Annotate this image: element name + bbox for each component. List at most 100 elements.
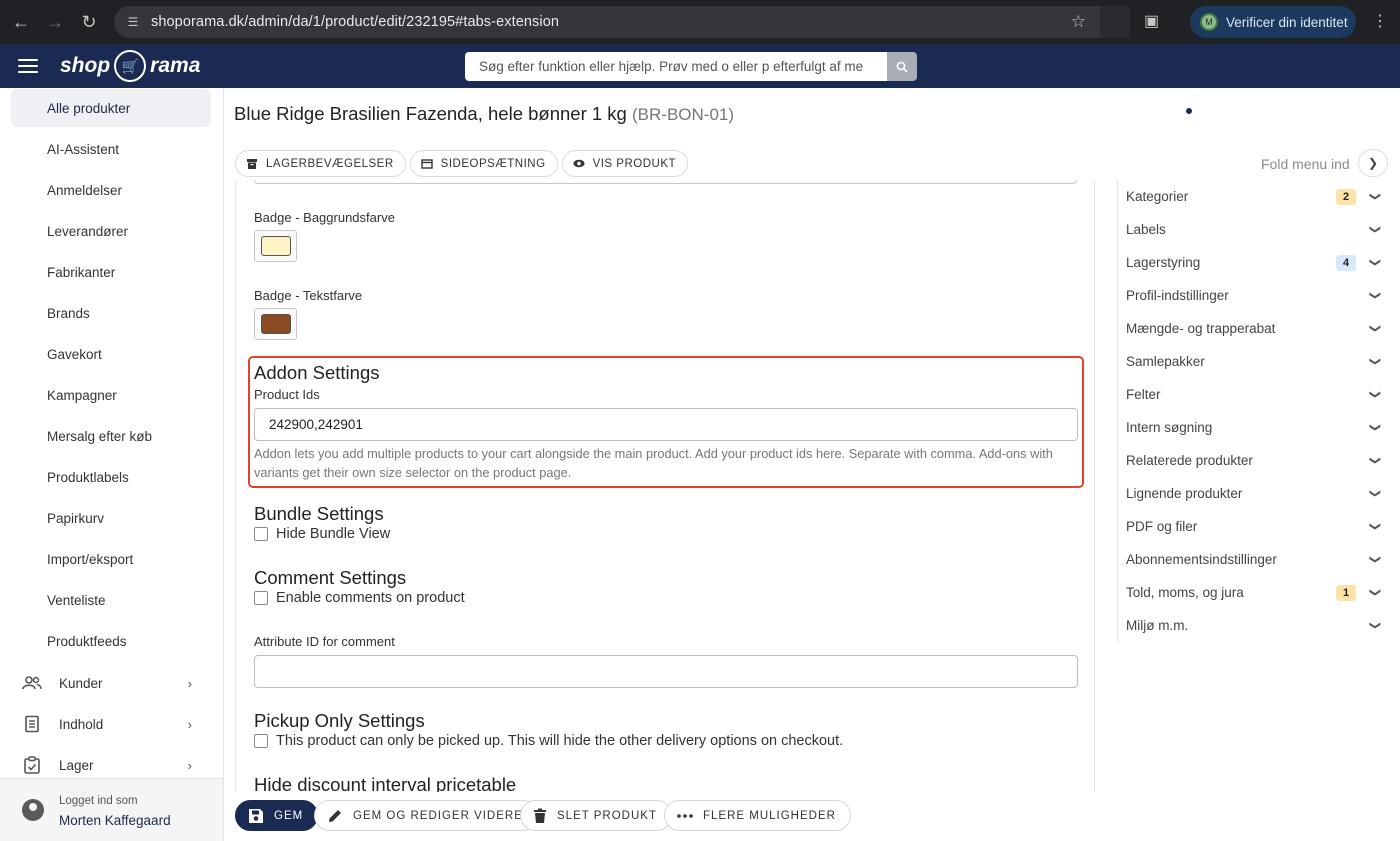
sidebar-item-produktlabels[interactable]: Produktlabels [11, 458, 211, 496]
chevron-down-icon: ❯ [1368, 224, 1381, 235]
save-and-continue-button[interactable]: GEM OG REDIGER VIDERE [314, 800, 538, 831]
nav-miljoe[interactable]: Miljø m.m. ❯ [1126, 609, 1384, 642]
site-settings-icon[interactable]: ☰ [124, 13, 142, 31]
save-button[interactable]: GEM [235, 800, 319, 831]
pickup-settings-title: Pickup Only Settings [254, 710, 425, 731]
profile-avatar: M [1200, 13, 1218, 31]
sidebar-item-import-eksport[interactable]: Import/eksport [11, 540, 211, 578]
clipboard-icon [22, 755, 42, 775]
delete-product-label: SLET PRODUKT [557, 809, 657, 822]
globe-icon[interactable] [1212, 100, 1234, 122]
enable-comments-checkbox[interactable] [254, 591, 268, 605]
nav-kategorier[interactable]: Kategorier 2 ❯ [1126, 180, 1384, 213]
sidebar-group-kunder[interactable]: Kunder › [22, 664, 202, 702]
sidebar-item-leverandorer[interactable]: Leverandører [11, 212, 211, 250]
nav-abonnementsindstillinger[interactable]: Abonnementsindstillinger ❯ [1126, 543, 1384, 576]
tab-label: VIS PRODUKT [592, 157, 677, 170]
enable-comments-label: Enable comments on product [276, 590, 465, 606]
nav-label: PDF og filer [1126, 519, 1198, 534]
reload-icon[interactable]: ↻ [76, 9, 102, 35]
hide-bundle-view-checkbox[interactable] [254, 527, 268, 541]
eye-icon[interactable] [1178, 100, 1200, 122]
product-ids-input[interactable] [254, 408, 1078, 441]
profile-button[interactable]: M Verificer din identitet [1190, 6, 1356, 38]
bell-icon[interactable] [1247, 100, 1269, 122]
extension-form: Badge - Baggrundsfarve Badge - Tekstfarv… [235, 180, 1095, 792]
sidebar-item-fabrikanter[interactable]: Fabrikanter [11, 253, 211, 291]
nav-told-moms-jura[interactable]: Told, moms, og jura 1 ❯ [1126, 576, 1384, 609]
nav-label: Profil-indstillinger [1126, 288, 1229, 303]
nav-label: Told, moms, og jura [1126, 585, 1244, 600]
chevron-down-icon: ❯ [1368, 554, 1381, 565]
chevron-down-icon: ❯ [1368, 191, 1381, 202]
extensions-icon[interactable]: ▣ [1144, 11, 1159, 31]
menu-icon[interactable] [18, 57, 38, 75]
addon-settings-title: Addon Settings [254, 362, 380, 383]
badge-bg-color-picker[interactable] [254, 230, 297, 262]
delete-product-button[interactable]: SLET PRODUKT [520, 800, 672, 831]
nav-maengde-trapperabat[interactable]: Mængde- og trapperabat ❯ [1126, 312, 1384, 345]
nav-lignende-produkter[interactable]: Lignende produkter ❯ [1126, 477, 1384, 510]
nav-profil-indstillinger[interactable]: Profil-indstillinger ❯ [1126, 279, 1384, 312]
chevron-right-icon: › [187, 757, 192, 773]
sidebar-item-gavekort[interactable]: Gavekort [11, 335, 211, 373]
sidebar-item-alle-produkter[interactable]: Alle produkter [11, 89, 211, 127]
sidebar: Alle produkter AI-Assistent Anmeldelser … [0, 88, 224, 841]
more-options-button[interactable]: FLERE MULIGHEDER [664, 800, 851, 831]
chevron-down-icon: ❯ [1368, 257, 1381, 268]
product-ids-label: Product Ids [254, 387, 320, 402]
user-icon[interactable] [1350, 100, 1372, 122]
section-nav-panel: Kategorier 2 ❯ Labels ❯ Lagerstyring 4 ❯… [1117, 180, 1400, 642]
shoporama-logo[interactable]: shop 🛒 rama [60, 50, 200, 82]
nav-felter[interactable]: Felter ❯ [1126, 378, 1384, 411]
pickup-only-checkbox[interactable] [254, 734, 268, 748]
sidebar-item-produktfeeds[interactable]: Produktfeeds [11, 622, 211, 660]
bookmark-star-icon[interactable]: ☆ [1071, 12, 1086, 32]
bundle-settings-title: Bundle Settings [254, 503, 384, 524]
tab-vis-produkt[interactable]: VIS PRODUKT [561, 150, 689, 177]
browser-menu-icon[interactable]: ⋮ [1372, 11, 1388, 31]
fold-menu-label[interactable]: Fold menu ind [1261, 156, 1350, 172]
pickup-only-row[interactable]: This product can only be picked up. This… [254, 733, 843, 749]
address-bar[interactable]: ☰ shoporama.dk/admin/da/1/product/edit/2… [114, 6, 1130, 38]
tab-sideopsaetning[interactable]: SIDEOPSÆTNING [409, 150, 558, 177]
search-input[interactable] [465, 52, 887, 81]
store-icon[interactable] [1316, 100, 1338, 122]
sidebar-group-label: Lager [59, 757, 94, 773]
dark-mode-icon[interactable] [1281, 100, 1303, 122]
back-icon[interactable]: ← [8, 9, 34, 35]
chevron-down-icon: ❯ [1368, 488, 1381, 499]
nav-label: Samlepakker [1126, 354, 1205, 369]
sidebar-item-papirkurv[interactable]: Papirkurv [11, 499, 211, 537]
chevron-down-icon: ❯ [1368, 587, 1381, 598]
badge-bg-label: Badge - Baggrundsfarve [254, 210, 395, 225]
sidebar-item-brands[interactable]: Brands [11, 294, 211, 332]
sidebar-group-indhold[interactable]: Indhold › [22, 705, 202, 743]
nav-label: Mængde- og trapperabat [1126, 321, 1276, 336]
count-badge: 1 [1336, 584, 1356, 601]
attribute-id-input[interactable] [254, 655, 1078, 688]
badge-text-color-picker[interactable] [254, 308, 297, 340]
nav-relaterede-produkter[interactable]: Relaterede produkter ❯ [1126, 444, 1384, 477]
nav-pdf-filer[interactable]: PDF og filer ❯ [1126, 510, 1384, 543]
hide-bundle-view-row[interactable]: Hide Bundle View [254, 526, 390, 542]
enable-comments-row[interactable]: Enable comments on product [254, 590, 465, 606]
attribute-id-label: Attribute ID for comment [254, 634, 395, 649]
sidebar-item-anmeldelser[interactable]: Anmeldelser [11, 171, 211, 209]
nav-lagerstyring[interactable]: Lagerstyring 4 ❯ [1126, 246, 1384, 279]
sidebar-item-ai-assistent[interactable]: AI-Assistent [11, 130, 211, 168]
sidebar-item-kampagner[interactable]: Kampagner [11, 376, 211, 414]
search-button[interactable] [887, 52, 917, 81]
previous-field[interactable] [254, 180, 1077, 184]
url-text[interactable]: shoporama.dk/admin/da/1/product/edit/232… [151, 14, 559, 30]
nav-labels[interactable]: Labels ❯ [1126, 213, 1384, 246]
sidebar-item-mersalg[interactable]: Mersalg efter køb [11, 417, 211, 455]
chevron-down-icon: ❯ [1368, 521, 1381, 532]
tab-label: LAGERBEVÆGELSER [266, 157, 394, 170]
fold-menu-button[interactable]: ❯ [1358, 149, 1388, 177]
sidebar-item-venteliste[interactable]: Venteliste [11, 581, 211, 619]
nav-intern-soegning[interactable]: Intern søgning ❯ [1126, 411, 1384, 444]
nav-samlepakker[interactable]: Samlepakker ❯ [1126, 345, 1384, 378]
forward-icon[interactable]: → [42, 9, 68, 35]
tab-lagerbevaegelser[interactable]: LAGERBEVÆGELSER [235, 150, 406, 177]
